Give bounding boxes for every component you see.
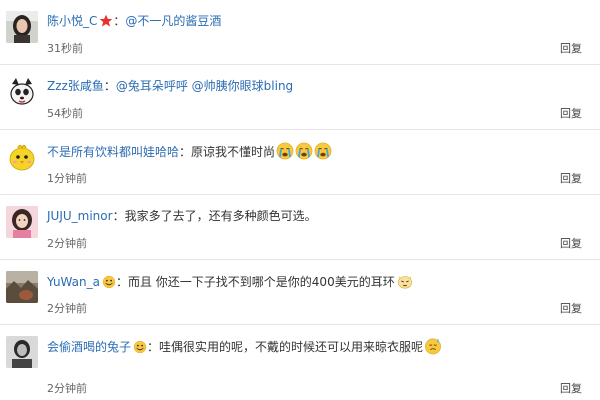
sweat-face-icon xyxy=(424,337,442,355)
separator: ： xyxy=(103,79,116,93)
comment-text: 而且 你还一下子找不到哪个是你的400美元的耳环 xyxy=(127,275,395,289)
timestamp: 1分钟前 xyxy=(47,172,87,185)
smiley-badge-icon xyxy=(133,340,147,354)
username[interactable]: Zzz张咸鱼 xyxy=(47,79,104,93)
reply-button[interactable]: 回复 xyxy=(560,170,582,186)
bw-photo-avatar xyxy=(6,336,38,368)
username[interactable]: JUJU_minor xyxy=(47,209,113,223)
smiley-badge-icon xyxy=(102,275,116,289)
comment-line: Zzz张咸鱼：@兔耳朵呼呼 @帅胰你眼球bling xyxy=(47,77,293,95)
comment-text: 我家多了去了，还有多种颜色可选。 xyxy=(124,209,317,223)
avatar[interactable] xyxy=(6,336,38,368)
landscape-photo-avatar xyxy=(6,271,38,303)
separator: ： xyxy=(179,145,192,159)
comment-item: 不是所有饮料都叫娃哈哈：原谅我不懂时尚 1分钟前 回复 xyxy=(0,130,600,195)
red-star-icon xyxy=(99,14,113,28)
timestamp: 54秒前 xyxy=(47,107,83,120)
username[interactable]: YuWan_a xyxy=(47,275,100,289)
comment-feed: 陈小悦_C ：@不一凡的酱豆酒 31秒前 回复 Zzz张咸鱼：@兔耳朵呼呼 @帅胰… xyxy=(0,0,600,400)
comment-line: JUJU_minor：我家多了去了，还有多种颜色可选。 xyxy=(47,207,317,225)
comment-item: Zzz张咸鱼：@兔耳朵呼呼 @帅胰你眼球bling 54秒前 回复 xyxy=(0,65,600,130)
reply-button[interactable]: 回复 xyxy=(560,40,582,56)
mention-link[interactable]: @不一凡的酱豆酒 xyxy=(125,14,221,28)
timestamp: 31秒前 xyxy=(47,42,83,55)
comment-item: YuWan_a ：而且 你还一下子找不到哪个是你的400美元的耳环 2分钟前 回复 xyxy=(0,260,600,325)
comment-line: YuWan_a ：而且 你还一下子找不到哪个是你的400美元的耳环 xyxy=(47,272,414,291)
avatar[interactable] xyxy=(6,11,38,43)
girl-photo-avatar xyxy=(6,11,38,43)
separator: ： xyxy=(147,340,160,354)
crying-face-icon xyxy=(314,142,332,160)
crying-face-icon xyxy=(276,142,294,160)
reply-button[interactable]: 回复 xyxy=(560,235,582,251)
reply-button[interactable]: 回复 xyxy=(560,300,582,316)
comment-text: 原谅我不懂时尚 xyxy=(191,145,276,159)
comment-item: 陈小悦_C ：@不一凡的酱豆酒 31秒前 回复 xyxy=(0,0,600,65)
timestamp: 2分钟前 xyxy=(47,237,87,250)
timestamp: 2分钟前 xyxy=(47,302,87,315)
cartoon-dog-avatar xyxy=(6,76,38,108)
reply-button[interactable]: 回复 xyxy=(560,380,582,396)
cat-face-icon xyxy=(396,272,414,290)
reply-button[interactable]: 回复 xyxy=(560,105,582,121)
username[interactable]: 陈小悦_C xyxy=(47,14,97,28)
avatar[interactable] xyxy=(6,206,38,238)
separator: ： xyxy=(115,275,128,289)
yellow-chick-avatar xyxy=(6,141,38,173)
mention-link[interactable]: @兔耳朵呼呼 @帅胰你眼球bling xyxy=(116,79,293,93)
username[interactable]: 不是所有饮料都叫娃哈哈 xyxy=(47,145,179,159)
username[interactable]: 会偷酒喝的兔子 xyxy=(47,340,131,354)
comment-line: 陈小悦_C ：@不一凡的酱豆酒 xyxy=(47,12,221,30)
avatar[interactable] xyxy=(6,271,38,303)
avatar[interactable] xyxy=(6,141,38,173)
comment-item: 会偷酒喝的兔子 ：哇偶很实用的呢，不戴的时候还可以用来晾衣服呢 2分钟前 回复 xyxy=(0,325,600,400)
separator: ： xyxy=(112,209,125,223)
avatar[interactable] xyxy=(6,76,38,108)
crying-face-icon xyxy=(295,142,313,160)
pink-girl-avatar xyxy=(6,206,38,238)
separator: ： xyxy=(113,14,126,28)
timestamp: 2分钟前 xyxy=(47,382,87,395)
comment-text: 哇偶很实用的呢，不戴的时候还可以用来晾衣服呢 xyxy=(159,340,424,354)
comment-item: JUJU_minor：我家多了去了，还有多种颜色可选。 2分钟前 回复 xyxy=(0,195,600,260)
comment-line: 会偷酒喝的兔子 ：哇偶很实用的呢，不戴的时候还可以用来晾衣服呢 xyxy=(47,337,442,356)
comment-line: 不是所有饮料都叫娃哈哈：原谅我不懂时尚 xyxy=(47,142,332,161)
